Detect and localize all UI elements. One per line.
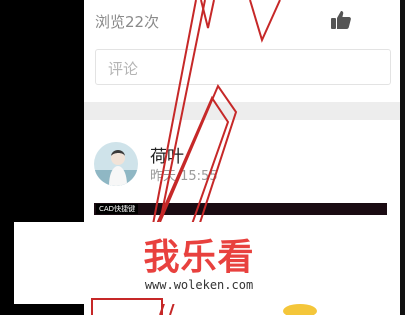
section-divider — [84, 102, 400, 120]
avatar[interactable] — [94, 142, 138, 186]
post-time: 昨天 15:55 — [150, 169, 218, 184]
watermark-url: www.woleken.com — [144, 278, 254, 292]
thumbnail-label: CAD快捷键 — [96, 204, 139, 214]
comment-placeholder: 评论 — [108, 60, 139, 78]
thumbs-up-icon-svg — [331, 11, 351, 29]
thumbs-up-icon[interactable] — [329, 8, 353, 32]
author-name[interactable]: 荷叶 — [150, 142, 184, 167]
right-dark-bar — [400, 0, 405, 315]
red-frame-fragment — [91, 298, 163, 315]
yellow-shape — [283, 304, 317, 315]
video-thumbnail[interactable]: CAD快捷键 — [94, 203, 387, 215]
views-count: 浏览22次 — [95, 13, 160, 31]
comment-input[interactable]: 评论 — [95, 49, 391, 85]
watermark-overlay: 我乐看 www.woleken.com — [14, 222, 384, 304]
avatar-image — [94, 142, 138, 186]
watermark-brand: 我乐看 — [143, 237, 255, 278]
